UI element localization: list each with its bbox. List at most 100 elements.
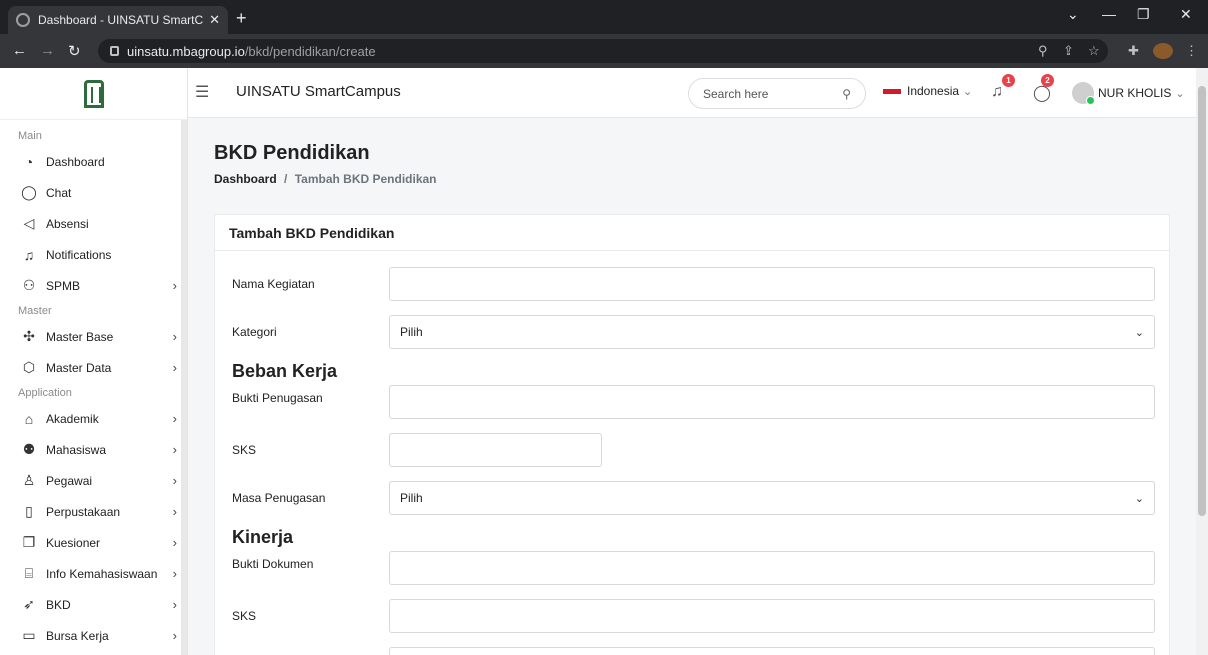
browser-tabbar: Dashboard - UINSATU SmartCam ✕ + ⌄ — ❐ ✕ bbox=[0, 0, 1208, 34]
section-main: Main bbox=[18, 130, 42, 142]
chevron-down-icon: ⌄ bbox=[963, 85, 973, 98]
sidebar-scrollbar[interactable] bbox=[181, 120, 187, 655]
users-icon: ⚉ bbox=[22, 441, 36, 457]
lock-icon bbox=[110, 46, 119, 56]
reload-icon[interactable]: ↻ bbox=[68, 42, 81, 60]
breadcrumb-current: Tambah BKD Pendidikan bbox=[294, 172, 437, 186]
sidebar-item-bkd[interactable]: ➶ BKD › bbox=[0, 589, 187, 620]
sidebar-item-bursa-kerja[interactable]: ▭ Bursa Kerja › bbox=[0, 620, 187, 651]
sidebar-item-dashboard[interactable]: ◔ Dashboard bbox=[0, 146, 187, 177]
profile-avatar-icon[interactable] bbox=[1153, 43, 1173, 59]
notifications-bell-icon[interactable]: ♫ bbox=[991, 83, 1003, 101]
notifications-badge: 1 bbox=[1002, 74, 1015, 87]
forward-icon[interactable]: → bbox=[40, 42, 55, 59]
cube-icon: ⬡ bbox=[22, 359, 36, 375]
megaphone-icon: ◁ bbox=[23, 215, 35, 231]
browser-toolbar: ← → ↻ uinsatu.mbagroup.io/bkd/pendidikan… bbox=[0, 34, 1208, 68]
main-content: BKD Pendidikan Dashboard / Tambah BKD Pe… bbox=[188, 118, 1196, 655]
restore-icon[interactable]: ❐ bbox=[1137, 6, 1150, 23]
search-box[interactable]: ⚲ bbox=[688, 78, 866, 109]
sidebar-item-label: Absensi bbox=[46, 216, 89, 231]
sidebar-item-perpustakaan[interactable]: ▯ Perpustakaan › bbox=[0, 496, 187, 527]
language-selector[interactable]: Indonesia ⌄ bbox=[883, 84, 972, 98]
section-application: Application bbox=[18, 387, 72, 399]
chevron-down-icon: ⌄ bbox=[1134, 326, 1144, 339]
sidebar-item-label: Notifications bbox=[46, 247, 112, 262]
cap-icon: ⌂ bbox=[24, 410, 34, 427]
close-tab-icon[interactable]: ✕ bbox=[209, 12, 220, 28]
form-card: Tambah BKD Pendidikan Nama Kegiatan Kate… bbox=[214, 214, 1170, 655]
address-bar[interactable]: uinsatu.mbagroup.io/bkd/pendidikan/creat… bbox=[98, 39, 1108, 63]
chat-icon: ◯ bbox=[21, 184, 37, 200]
sidebar-item-info-kemahasiswaan[interactable]: ⌸ Info Kemahasiswaan › bbox=[0, 558, 187, 589]
sidebar-item-absensi[interactable]: ◁ Absensi bbox=[0, 208, 187, 239]
section-master: Master bbox=[18, 305, 52, 317]
sidebar: Main ◔ Dashboard ◯ Chat ◁ Absensi ♫ Notifica… bbox=[0, 68, 188, 655]
bank-icon: ⌸ bbox=[24, 565, 34, 581]
user-name: NUR KHOLIS bbox=[1098, 86, 1172, 100]
kinerja-heading: Kinerja bbox=[232, 527, 294, 547]
app-header: ☰ UINSATU SmartCampus ⚲ Indonesia ⌄ ♫ 1 … bbox=[188, 68, 1196, 118]
sks-input[interactable] bbox=[389, 433, 602, 467]
tab-search-icon[interactable]: ⌄ bbox=[1067, 6, 1079, 23]
language-label: Indonesia bbox=[907, 84, 960, 98]
chevron-right-icon: › bbox=[172, 566, 177, 581]
kategori-select[interactable]: Pilih ⌄ bbox=[389, 315, 1155, 349]
messages-badge: 2 bbox=[1041, 74, 1054, 87]
sidebar-item-master-base[interactable]: ✣ Master Base › bbox=[0, 321, 187, 352]
star-icon[interactable]: ☆ bbox=[1088, 43, 1100, 59]
sks-label: SKS bbox=[232, 609, 257, 623]
breadcrumb-separator: / bbox=[284, 172, 288, 186]
url-host: uinsatu.mbagroup.io bbox=[127, 43, 245, 59]
page-title: BKD Pendidikan bbox=[214, 142, 370, 164]
back-icon[interactable]: ← bbox=[12, 42, 27, 59]
share-icon[interactable]: ⇪ bbox=[1063, 43, 1074, 59]
user-menu[interactable]: NUR KHOLIS ⌄ bbox=[1072, 82, 1185, 105]
sidebar-item-label: Perpustakaan bbox=[46, 504, 121, 519]
chevron-right-icon: › bbox=[172, 473, 177, 488]
bukti-dokumen-label: Bukti Dokumen bbox=[232, 557, 314, 571]
bukti-penugasan-input[interactable] bbox=[389, 385, 1155, 419]
beban-kerja-heading: Beban Kerja bbox=[232, 361, 338, 381]
sidebar-item-pegawai[interactable]: ♙ Pegawai › bbox=[0, 465, 187, 496]
zoom-icon[interactable]: ⚲ bbox=[1038, 43, 1048, 59]
chevron-right-icon: › bbox=[172, 504, 177, 519]
sidebar-menu: Main ◔ Dashboard ◯ Chat ◁ Absensi ♫ Notifica… bbox=[0, 126, 187, 651]
sidebar-item-kuesioner[interactable]: ❐ Kuesioner › bbox=[0, 527, 187, 558]
sidebar-item-chat[interactable]: ◯ Chat bbox=[0, 177, 187, 208]
bukti-dokumen-input[interactable] bbox=[389, 551, 1155, 585]
new-tab-button[interactable]: + bbox=[236, 8, 247, 29]
scrollbar-thumb[interactable] bbox=[1198, 86, 1206, 516]
browser-tab[interactable]: Dashboard - UINSATU SmartCam ✕ bbox=[8, 6, 228, 34]
book-icon: ▯ bbox=[25, 503, 33, 519]
sidebar-item-notifications[interactable]: ♫ Notifications bbox=[0, 239, 187, 270]
chevron-down-icon: ⌄ bbox=[1134, 492, 1144, 505]
sidebar-item-label: Info Kemahasiswaan bbox=[46, 566, 158, 581]
sidebar-item-label: Akademik bbox=[46, 411, 99, 426]
nama-kegiatan-input[interactable] bbox=[389, 267, 1155, 301]
sidebar-item-mahasiswa[interactable]: ⚉ Mahasiswa › bbox=[0, 434, 187, 465]
sidebar-item-akademik[interactable]: ⌂ Akademik › bbox=[0, 403, 187, 434]
close-window-icon[interactable]: ✕ bbox=[1180, 6, 1192, 23]
minimize-icon[interactable]: — bbox=[1102, 6, 1116, 22]
sks-input[interactable] bbox=[389, 599, 1155, 633]
card-title: Tambah BKD Pendidikan bbox=[215, 215, 1169, 251]
next-field-input[interactable] bbox=[389, 647, 1155, 655]
app-title: UINSATU SmartCampus bbox=[236, 83, 401, 100]
nama-kegiatan-label: Nama Kegiatan bbox=[232, 277, 315, 291]
search-icon[interactable]: ⚲ bbox=[842, 87, 851, 101]
sidebar-item-master-data[interactable]: ⬡ Master Data › bbox=[0, 352, 187, 383]
search-input[interactable] bbox=[703, 86, 833, 101]
chevron-right-icon: › bbox=[172, 535, 177, 550]
sidebar-item-spmb[interactable]: ⚇ SPMB › bbox=[0, 270, 187, 301]
breadcrumb-dashboard-link[interactable]: Dashboard bbox=[214, 172, 277, 186]
user-icon: ♙ bbox=[22, 472, 36, 488]
page-scrollbar[interactable] bbox=[1196, 68, 1208, 655]
menu-toggle-icon[interactable]: ☰ bbox=[195, 82, 209, 102]
globe-icon bbox=[16, 13, 30, 27]
masa-penugasan-select[interactable]: Pilih ⌄ bbox=[389, 481, 1155, 515]
chevron-right-icon: › bbox=[172, 360, 177, 375]
menu-dots-icon[interactable]: ⋮ bbox=[1185, 43, 1198, 59]
sks-label: SKS bbox=[232, 443, 257, 457]
extensions-icon[interactable]: ✚ bbox=[1128, 43, 1139, 59]
